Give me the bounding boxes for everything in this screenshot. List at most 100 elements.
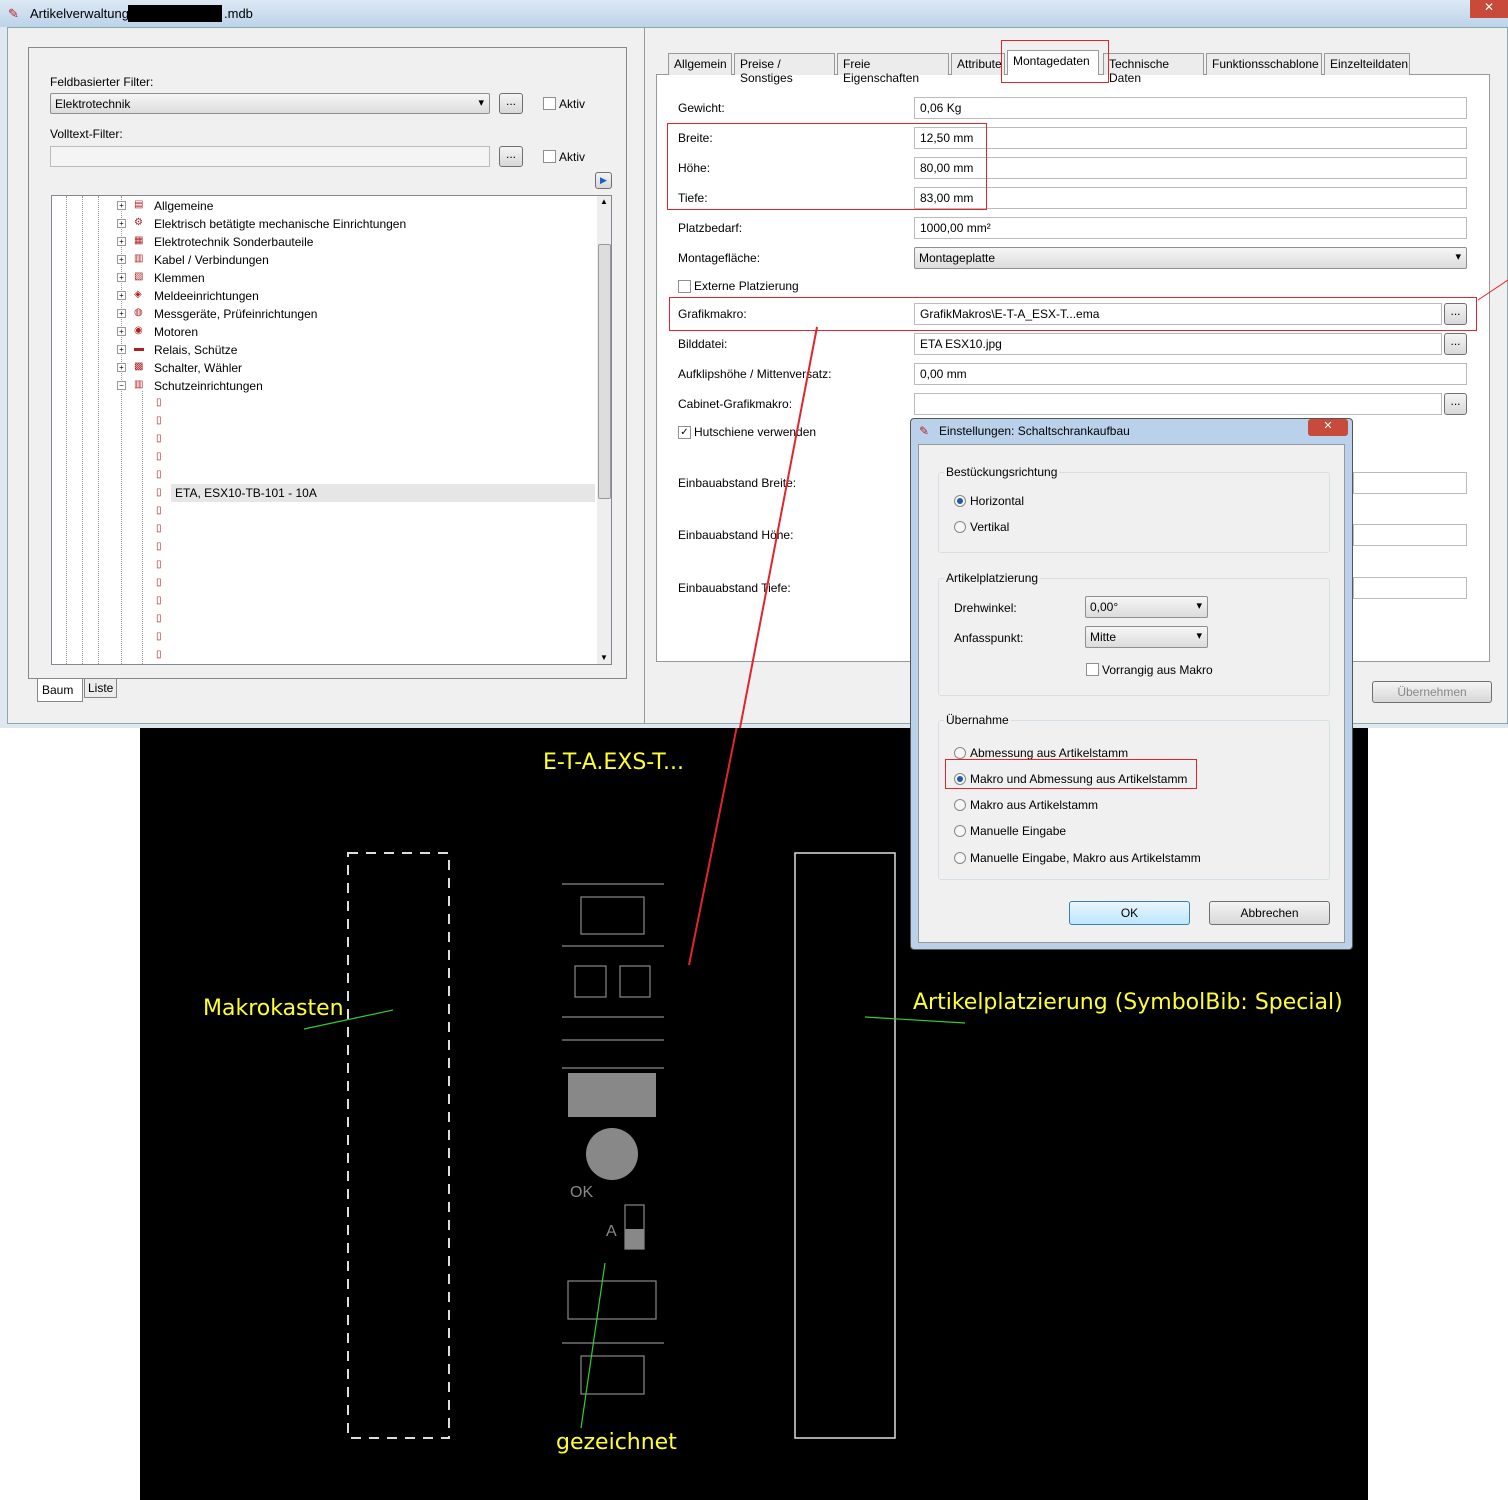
drehwinkel-select[interactable]: 0,00° (1085, 596, 1208, 618)
dialog-app-icon: ✎ (919, 424, 929, 438)
tree-expander[interactable]: + (117, 363, 126, 372)
field-filter-select[interactable]: Elektrotechnik (50, 93, 490, 114)
article-tree[interactable]: ETA, ESX10-TB-101 - 10A ▲ ▼ + ▤ Allgemeine… (51, 195, 612, 665)
tree-expander[interactable]: + (117, 273, 126, 282)
fuse-icon[interactable]: ▯ (156, 559, 170, 571)
tree-item[interactable]: Relais, Schütze (154, 343, 237, 357)
fuse-icon[interactable]: ▯ (156, 469, 170, 481)
platz-input[interactable]: 1000,00 mm² (914, 217, 1467, 239)
fuse-icon[interactable]: ▯ (156, 433, 170, 445)
tree-expander[interactable]: − (117, 381, 126, 390)
tree-item[interactable]: Allgemeine (154, 199, 213, 213)
tab-funktionsschablone[interactable]: Funktionsschablone (1206, 53, 1322, 75)
uebernahme-option-radio[interactable] (954, 799, 966, 811)
platz-label: Platzbedarf: (678, 221, 742, 235)
fulltext-filter-input[interactable] (50, 146, 490, 167)
tab-liste[interactable]: Liste (84, 679, 117, 698)
ok-button[interactable]: OK (1069, 901, 1190, 925)
fulltext-filter-dots-button[interactable]: ... (499, 146, 523, 167)
field-filter-active-checkbox[interactable] (543, 97, 556, 110)
cabinet-dots-button[interactable]: ... (1444, 393, 1467, 415)
aufklips-input[interactable]: 0,00 mm (914, 363, 1467, 385)
tab-technische-daten[interactable]: Technische Daten (1103, 53, 1204, 75)
cabinet-input[interactable] (914, 393, 1442, 415)
hut-checkbox[interactable]: ✓ (678, 426, 691, 439)
uebernahme-option-radio[interactable] (954, 825, 966, 837)
ea_hoehe-label: Einbauabstand Höhe: (678, 528, 793, 542)
fuse-icon[interactable]: ▯ (156, 415, 170, 427)
tree-expander[interactable]: + (117, 345, 126, 354)
scrollbar-thumb[interactable] (598, 244, 611, 499)
breite-input[interactable]: 12,50 mm (914, 127, 1467, 149)
tree-scrollbar[interactable]: ▲ ▼ (597, 196, 612, 665)
tree-expander[interactable]: + (117, 327, 126, 336)
tree-expander[interactable]: + (117, 219, 126, 228)
tree-expander[interactable]: + (117, 309, 126, 318)
close-button[interactable]: ✕ (1470, 0, 1508, 18)
tree-item[interactable]: Motoren (154, 325, 198, 339)
tree-expander[interactable]: + (117, 201, 126, 210)
bild-input[interactable]: ETA ESX10.jpg (914, 333, 1442, 355)
macro-box (348, 853, 449, 1438)
fuse-icon[interactable]: ▯ (156, 505, 170, 517)
tree-item[interactable]: Schalter, Wähler (154, 361, 242, 375)
fuse-icon[interactable]: ▯ (156, 487, 170, 499)
fuse-icon[interactable]: ▯ (156, 577, 170, 589)
ea_breite-input[interactable] (1353, 472, 1467, 494)
fuse-icon[interactable]: ▯ (156, 397, 170, 409)
ea_tiefe-input[interactable] (1353, 577, 1467, 599)
vorrangig-checkbox[interactable] (1086, 663, 1099, 676)
tree-item[interactable]: Kabel / Verbindungen (154, 253, 269, 267)
tree-item[interactable]: Meldeeinrichtungen (154, 289, 259, 303)
hoehe-input[interactable]: 80,00 mm (914, 157, 1467, 179)
radio-vertikal[interactable] (954, 521, 966, 533)
tree-expander[interactable]: + (117, 237, 126, 246)
dialog-title: Einstellungen: Schaltschrankaufbau (939, 424, 1130, 438)
tab-montagedaten[interactable]: Montagedaten (1007, 50, 1099, 75)
uebernahme-option-radio[interactable] (954, 747, 966, 759)
expand-arrow-button[interactable]: ▶ (595, 172, 612, 189)
tab-einzelteildaten[interactable]: Einzelteildaten (1324, 53, 1410, 75)
fuse-icon[interactable]: ▯ (156, 613, 170, 625)
tab-attribute[interactable]: Attribute (951, 53, 1005, 75)
tab-freie-eigenschaften[interactable]: Freie Eigenschaften (837, 53, 949, 75)
bild-dots-button[interactable]: ... (1444, 333, 1467, 355)
fulltext-filter-active-checkbox[interactable] (543, 150, 556, 163)
category-icon: ▤ (134, 199, 148, 211)
field-filter-dots-button[interactable]: ... (499, 93, 523, 114)
category-icon: ▥ (134, 253, 148, 265)
uebernahme-option-label: Abmessung aus Artikelstamm (970, 746, 1128, 760)
fuse-icon[interactable]: ▯ (156, 631, 170, 643)
article-placement-box (795, 853, 895, 1438)
gewicht-input[interactable]: 0,06 Kg (914, 97, 1467, 119)
flaeche-select[interactable]: Montageplatte (914, 247, 1467, 269)
ea_hoehe-input[interactable] (1353, 524, 1467, 546)
fuse-icon[interactable]: ▯ (156, 523, 170, 535)
tree-item[interactable]: Klemmen (154, 271, 205, 285)
tab-baum[interactable]: Baum (37, 679, 83, 702)
extern-checkbox[interactable] (678, 280, 691, 293)
fuse-icon[interactable]: ▯ (156, 649, 170, 661)
uebernahme-option-radio[interactable] (954, 852, 966, 864)
tab-preise-sonstiges[interactable]: Preise / Sonstiges (734, 53, 835, 75)
selected-tree-item[interactable]: ETA, ESX10-TB-101 - 10A (171, 484, 595, 502)
anfasspunkt-select[interactable]: Mitte (1085, 626, 1208, 648)
dialog-close-button[interactable]: ✕ (1308, 419, 1348, 436)
category-icon: ▥ (134, 379, 148, 391)
fuse-icon[interactable]: ▯ (156, 595, 170, 607)
radio-horizontal[interactable] (954, 495, 966, 507)
flaeche-label: Montagefläche: (678, 251, 760, 265)
fuse-icon[interactable]: ▯ (156, 451, 170, 463)
ea_tiefe-label: Einbauabstand Tiefe: (678, 581, 791, 595)
tree-item[interactable]: Elektrotechnik Sonderbauteile (154, 235, 313, 249)
tree-item[interactable]: Schutzeinrichtungen (154, 379, 263, 393)
cancel-button[interactable]: Abbrechen (1209, 901, 1330, 925)
apply-button[interactable]: Übernehmen (1372, 681, 1492, 703)
fuse-icon[interactable]: ▯ (156, 541, 170, 553)
tab-allgemein[interactable]: Allgemein (668, 53, 732, 75)
tiefe-input[interactable]: 83,00 mm (914, 187, 1467, 209)
tree-expander[interactable]: + (117, 291, 126, 300)
tree-item[interactable]: Messgeräte, Prüfeinrichtungen (154, 307, 317, 321)
tree-expander[interactable]: + (117, 255, 126, 264)
tree-item[interactable]: Elektrisch betätigte mechanische Einrich… (154, 217, 406, 231)
